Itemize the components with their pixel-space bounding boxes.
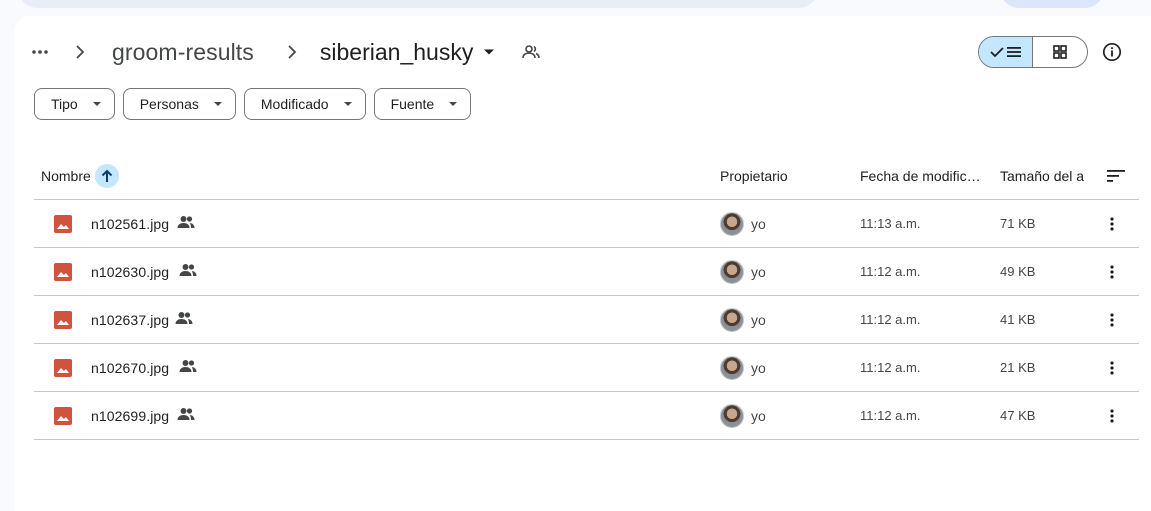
more-horiz-icon[interactable] (30, 36, 50, 68)
image-file-icon (54, 262, 72, 281)
image-file-icon (54, 406, 72, 425)
list-view-button[interactable] (979, 37, 1034, 67)
image-file-icon (54, 310, 72, 329)
more-vert-icon[interactable] (1102, 214, 1122, 234)
avatar[interactable] (720, 259, 744, 284)
filter-chip-people[interactable]: Personas (122, 88, 236, 120)
info-icon[interactable] (1100, 40, 1124, 64)
filter-chip-type[interactable]: Tipo (34, 88, 115, 120)
filter-chip-label: Tipo (51, 96, 78, 112)
modified-date: 11:12 a.m. (860, 264, 921, 279)
filter-chip-label: Personas (139, 96, 199, 112)
table-row[interactable]: n102637.jpg yo 11:12 a.m. 41 KB (34, 296, 1139, 344)
table-body: n102561.jpg yo 11:13 a.m. 71 KB n102630.… (34, 200, 1139, 440)
chevron-right-icon (280, 40, 304, 64)
dropdown-arrow-icon (449, 102, 458, 106)
more-vert-icon[interactable] (1102, 406, 1122, 426)
avatar[interactable] (720, 403, 744, 428)
filter-chip-label: Modificado (260, 96, 329, 112)
shared-icon (177, 215, 195, 233)
column-header-owner[interactable]: Propietario (720, 168, 788, 184)
main-panel: groom-results siberian_husky Tipo Person… (14, 16, 1151, 511)
file-size: 21 KB (1000, 360, 1036, 375)
file-name[interactable]: n102670.jpg (91, 360, 169, 376)
column-header-size[interactable]: Tamaño del a (1000, 168, 1084, 184)
table-row[interactable]: n102670.jpg yo 11:12 a.m. 21 KB (34, 344, 1139, 392)
list-icon (1007, 47, 1021, 57)
top-action-pill[interactable] (1000, 0, 1104, 8)
grid-icon (1053, 45, 1067, 59)
owner-name: yo (751, 311, 766, 328)
file-size: 49 KB (1000, 264, 1036, 279)
modified-date: 11:12 a.m. (860, 312, 921, 327)
sort-options-icon[interactable] (1105, 165, 1127, 187)
more-vert-icon[interactable] (1102, 310, 1122, 330)
sort-ascending-icon[interactable] (94, 163, 119, 188)
file-table: Nombre Propietario Fecha de modific… Tam… (34, 152, 1139, 440)
owner-cell: yo (720, 211, 766, 236)
breadcrumb-parent[interactable]: groom-results (106, 39, 260, 66)
owner-cell: yo (720, 403, 766, 428)
owner-cell: yo (720, 355, 766, 380)
modified-date: 11:12 a.m. (860, 408, 921, 423)
dropdown-arrow-icon (213, 102, 222, 106)
chevron-right-icon (68, 40, 92, 64)
avatar[interactable] (720, 211, 744, 236)
file-size: 41 KB (1000, 312, 1036, 327)
owner-cell: yo (720, 259, 766, 284)
filter-chip-label: Fuente (390, 96, 435, 112)
breadcrumb: groom-results siberian_husky (30, 36, 543, 68)
owner-name: yo (751, 359, 766, 376)
column-header-modified[interactable]: Fecha de modific… (860, 168, 988, 184)
check-icon (990, 47, 1004, 58)
owner-name: yo (751, 215, 766, 232)
owner-cell: yo (720, 307, 766, 332)
file-name[interactable]: n102637.jpg (91, 312, 169, 328)
more-vert-icon[interactable] (1102, 262, 1122, 282)
column-header-name[interactable]: Nombre (41, 163, 119, 188)
modified-date: 11:13 a.m. (860, 216, 921, 231)
shared-icon (179, 263, 197, 281)
file-name[interactable]: n102699.jpg (91, 408, 169, 424)
file-name[interactable]: n102630.jpg (91, 264, 169, 280)
dropdown-arrow-icon (92, 102, 101, 106)
image-file-icon (54, 358, 72, 377)
shared-people-icon[interactable] (519, 40, 543, 64)
image-file-icon (54, 214, 72, 233)
filter-chip-modified[interactable]: Modificado (243, 88, 366, 120)
file-size: 47 KB (1000, 408, 1036, 423)
owner-name: yo (751, 407, 766, 424)
shared-icon (175, 311, 193, 329)
dropdown-arrow-icon (343, 102, 352, 106)
table-header: Nombre Propietario Fecha de modific… Tam… (34, 152, 1139, 200)
dropdown-arrow-icon[interactable] (477, 40, 501, 64)
table-row[interactable]: n102630.jpg yo 11:12 a.m. 49 KB (34, 248, 1139, 296)
owner-name: yo (751, 263, 766, 280)
table-row[interactable]: n102699.jpg yo 11:12 a.m. 47 KB (34, 392, 1139, 440)
filter-bar: Tipo Personas Modificado Fuente (34, 88, 472, 120)
more-vert-icon[interactable] (1102, 358, 1122, 378)
table-row[interactable]: n102561.jpg yo 11:13 a.m. 71 KB (34, 200, 1139, 248)
search-bar[interactable] (18, 0, 818, 8)
modified-date: 11:12 a.m. (860, 360, 921, 375)
shared-icon (177, 407, 195, 425)
breadcrumb-current[interactable]: siberian_husky (316, 39, 477, 66)
avatar[interactable] (720, 307, 744, 332)
file-name[interactable]: n102561.jpg (91, 216, 169, 232)
grid-view-button[interactable] (1033, 37, 1087, 67)
column-header-label: Nombre (41, 167, 91, 184)
filter-chip-source[interactable]: Fuente (373, 88, 472, 120)
shared-icon (179, 359, 197, 377)
file-size: 71 KB (1000, 216, 1036, 231)
view-toggle (978, 36, 1088, 68)
avatar[interactable] (720, 355, 744, 380)
